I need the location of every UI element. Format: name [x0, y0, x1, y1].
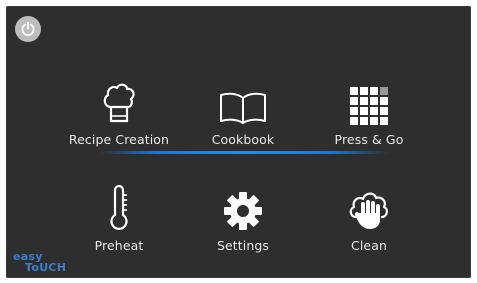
clean-label: Clean: [351, 238, 387, 253]
logo-line-2: ToUCH: [25, 261, 67, 274]
preheat-label: Preheat: [94, 238, 144, 253]
recipe-creation-button[interactable]: Recipe Creation: [54, 67, 184, 147]
settings-label: Settings: [216, 238, 270, 253]
thermometer-icon: [110, 185, 128, 230]
recipe-creation-label: Recipe Creation: [68, 132, 170, 147]
grid-icon: [350, 87, 388, 125]
divider: [99, 151, 389, 154]
cookbook-button[interactable]: Cookbook: [178, 67, 308, 147]
control-panel-screen: Recipe Creation Cookbook Press & Go Preh…: [6, 6, 471, 278]
clean-button[interactable]: Clean: [304, 173, 434, 253]
gear-icon: [224, 192, 262, 230]
power-button[interactable]: [15, 16, 41, 42]
open-book-icon: [220, 92, 266, 124]
press-and-go-button[interactable]: Press & Go: [304, 67, 434, 147]
power-icon: [21, 21, 35, 36]
press-and-go-label: Press & Go: [334, 132, 404, 147]
preheat-button[interactable]: Preheat: [54, 173, 184, 253]
chef-hat-icon: [103, 83, 135, 123]
cookbook-label: Cookbook: [211, 132, 275, 147]
cleaning-hand-icon: [349, 192, 388, 229]
settings-button[interactable]: Settings: [178, 173, 308, 253]
easy-touch-logo: easy ToUCH: [13, 251, 66, 273]
